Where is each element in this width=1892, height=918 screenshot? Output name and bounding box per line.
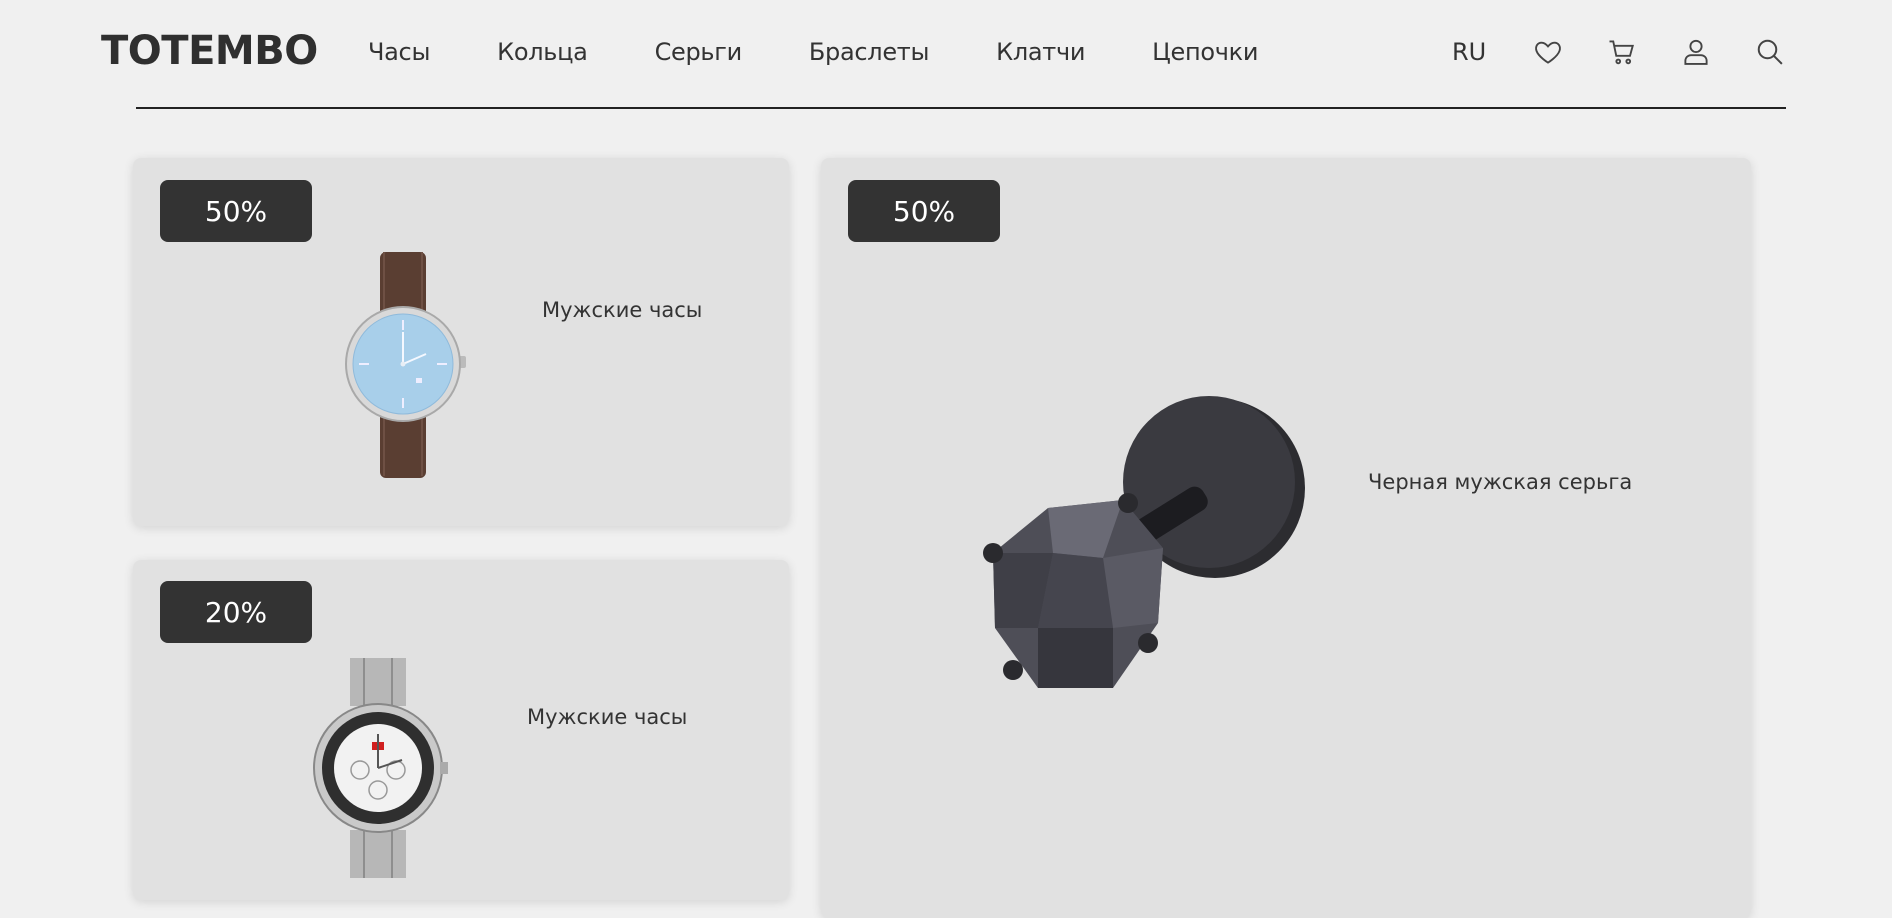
product-card[interactable]: 50% Черная мужская серьга <box>821 158 1751 918</box>
discount-badge: 50% <box>848 180 1000 242</box>
heart-icon[interactable] <box>1532 36 1564 68</box>
nav-item-rings[interactable]: Кольца <box>497 38 588 66</box>
product-name[interactable]: Черная мужская серьга <box>1368 470 1632 494</box>
nav-item-earrings[interactable]: Серьги <box>655 38 743 66</box>
site-header: TOTEMBO Часы Кольца Серьги Браслеты Клат… <box>0 0 1892 109</box>
user-icon[interactable] <box>1680 36 1712 68</box>
language-switch[interactable]: RU <box>1452 38 1486 66</box>
earring-image[interactable] <box>953 388 1313 698</box>
header-divider <box>136 107 1786 109</box>
nav-item-watches[interactable]: Часы <box>368 38 430 66</box>
header-actions: RU <box>1452 36 1786 68</box>
discount-badge: 20% <box>160 581 312 643</box>
product-name[interactable]: Мужские часы <box>542 298 702 322</box>
product-card[interactable]: 50% Мужские часы <box>133 158 789 526</box>
logo[interactable]: TOTEMBO <box>101 28 318 74</box>
discount-badge: 50% <box>160 180 312 242</box>
cart-icon[interactable] <box>1606 36 1638 68</box>
watch-image[interactable] <box>328 250 478 480</box>
watch-image[interactable] <box>308 658 448 878</box>
product-name[interactable]: Мужские часы <box>527 705 687 729</box>
nav-item-clutches[interactable]: Клатчи <box>996 38 1085 66</box>
main-nav: Часы Кольца Серьги Браслеты Клатчи Цепоч… <box>368 38 1325 66</box>
product-card[interactable]: 20% Мужские часы <box>133 560 789 900</box>
search-icon[interactable] <box>1754 36 1786 68</box>
nav-item-chains[interactable]: Цепочки <box>1152 38 1258 66</box>
nav-item-bracelets[interactable]: Браслеты <box>809 38 930 66</box>
